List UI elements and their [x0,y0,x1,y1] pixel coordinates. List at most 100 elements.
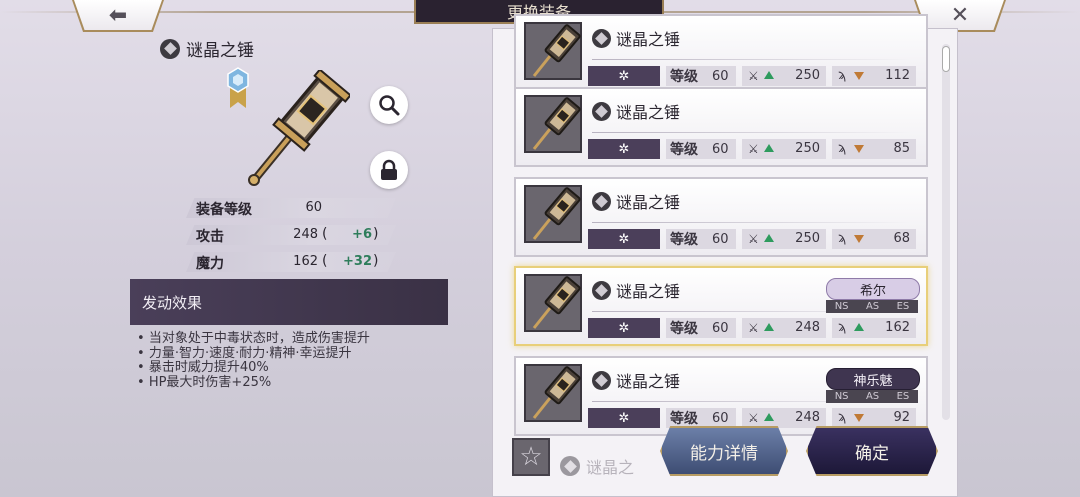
level-value: 60 [712,231,729,247]
effect-header: 发动效果 [130,279,448,325]
equipment-thumbnail [524,364,582,422]
stat-value: 248 [293,227,318,242]
stat-row-attack: 攻击 248 ( +6 ) [186,225,396,245]
magic-box: ϡ 112 [832,66,916,86]
sword-icon: ⚔ [748,232,759,246]
card-stats: ✲ 等级 60 ⚔ 250 ϡ 85 [588,139,916,159]
staff-icon: ϡ [838,141,847,156]
level-value: 60 [712,141,729,157]
item-name: 谜晶之锤 [616,282,681,301]
equipment-card[interactable]: 谜晶之锤 ✲ 等级 60 ⚔ 248 ϡ 162 希尔 NS AS ES [514,266,928,346]
hammer-icon [532,276,581,329]
card-title: 谜晶之锤 [592,278,680,302]
stat-label: 装备等级 [196,202,252,218]
item-name: 谜晶之锤 [616,193,681,212]
magic-value: 85 [893,141,910,156]
hammer-icon [532,24,581,77]
level-label: 等级 [670,142,698,158]
scrollbar-thumb[interactable] [942,46,950,72]
weapon-type-icon [592,28,611,48]
level-value: 60 [712,410,729,426]
back-button[interactable]: ⬅ [74,0,162,30]
level-box: 等级 60 [666,139,736,159]
level-value: 60 [712,68,729,84]
effect-item: HP最大时伤害+25% [137,375,370,391]
attack-up-arrow-icon [764,71,774,79]
tag-es: ES [896,391,910,402]
level-label: 等级 [670,321,698,337]
sword-icon: ⚔ [748,411,759,425]
equipment-card[interactable]: 谜晶之锤 ✲ 等级 60 ⚔ 248 ϡ 92 神乐魅 NS AS ES [514,356,928,436]
level-label: 等级 [670,69,698,85]
hammer-icon [532,366,581,419]
card-title: 谜晶之锤 [592,189,680,213]
item-title: 谜晶之锤 [160,36,254,61]
paren-open: ( [322,226,328,242]
equipment-thumbnail [524,95,582,153]
level-label: 等级 [670,411,698,427]
confirm-button[interactable]: 确定 [806,426,938,476]
magic-value: 112 [885,68,910,83]
lock-button[interactable] [370,151,408,189]
equipment-card[interactable]: 谜晶之锤 ✲ 等级 60 ⚔ 250 ϡ 85 [514,87,928,167]
equipped-by-badge: 神乐魅 [826,368,920,390]
inspect-button[interactable] [370,86,408,124]
card-divider [592,222,912,223]
stat-value: 162 [293,254,318,269]
magic-box: ϡ 92 [832,408,916,428]
close-icon: ✕ [950,2,970,28]
weapon-type-icon [592,370,611,390]
attack-value: 250 [795,141,820,156]
level-value: 60 [712,320,729,336]
equipment-thumbnail [524,185,582,243]
ability-detail-button[interactable]: 能力详情 [660,426,788,476]
equipment-thumbnail [524,22,582,80]
attack-up-arrow-icon [764,234,774,242]
attack-value: 250 [795,68,820,83]
close-button[interactable]: ✕ [916,0,1004,30]
stat-row-magic: 魔力 162 ( +32 ) [186,252,396,272]
attack-value: 250 [795,231,820,246]
skill-slot-icon: ✲ [588,408,660,428]
equipped-by-badge: 希尔 [826,278,920,300]
card-title: 谜晶之锤 [592,99,680,123]
hammer-illustration [248,70,350,186]
equipment-thumbnail [524,274,582,332]
weapon-type-icon [160,38,180,59]
stat-label: 魔力 [196,256,224,272]
sword-icon: ⚔ [748,69,759,83]
favorite-star-button[interactable]: ☆ [512,438,550,476]
attack-value: 248 [795,410,820,425]
stat-bonus: +6 [352,227,372,242]
stat-label: 攻击 [196,229,224,245]
magnifier-icon [379,95,400,116]
attack-up-arrow-icon [764,413,774,421]
paren-close: ) [373,226,379,242]
attack-box: ⚔ 248 [742,318,826,338]
magic-down-arrow-icon [854,72,864,80]
skill-slot-icon: ✲ [588,229,660,249]
level-box: 等级 60 [666,408,736,428]
level-label: 等级 [670,232,698,248]
magic-down-arrow-icon [854,235,864,243]
star-icon: ☆ [519,442,543,472]
attack-box: ⚔ 248 [742,408,826,428]
magic-box: ϡ 162 [832,318,916,338]
magic-down-arrow-icon [854,145,864,153]
card-stats: ✲ 等级 60 ⚔ 250 ϡ 112 [588,66,916,86]
skill-slot-icon: ✲ [588,318,660,338]
paren-open: ( [322,253,328,269]
attack-box: ⚔ 250 [742,139,826,159]
equipment-card[interactable]: 谜晶之锤 ✲ 等级 60 ⚔ 250 ϡ 112 [514,14,928,94]
list-scrollbar[interactable] [942,44,950,420]
card-stats: ✲ 等级 60 ⚔ 248 ϡ 92 [588,408,916,428]
effect-item: 当对象处于中毒状态时，造成伤害提升 [137,331,370,347]
tag-strip: NS AS ES [826,300,918,313]
stat-bonus: +32 [343,254,372,269]
skill-slot-icon: ✲ [588,139,660,159]
item-name: 谜晶之锤 [186,41,254,61]
attack-box: ⚔ 250 [742,229,826,249]
equipment-card[interactable]: 谜晶之锤 ✲ 等级 60 ⚔ 250 ϡ 68 [514,177,928,257]
staff-icon: ϡ [838,68,847,83]
sword-icon: ⚔ [748,321,759,335]
